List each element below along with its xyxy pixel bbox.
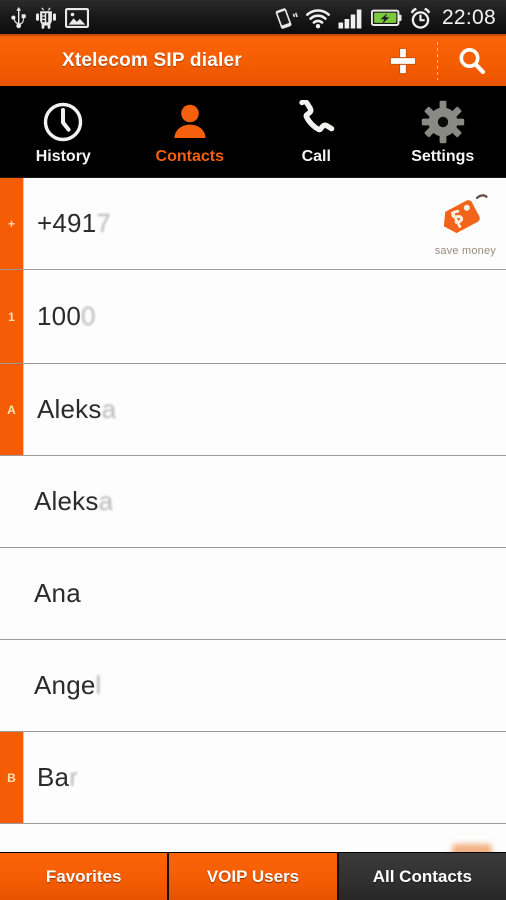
save-money-label: save money xyxy=(434,244,496,257)
status-bar-right-icons: 22:08 xyxy=(274,6,498,30)
status-bar-clock: 22:08 xyxy=(441,6,496,29)
bottom-tab-bar: Favorites VOIP Users All Contacts xyxy=(0,852,506,900)
contact-row-body: Bar xyxy=(23,732,506,823)
section-index-letter: A xyxy=(0,364,23,455)
section-index-letter: + xyxy=(0,178,23,269)
tab-contacts-label: Contacts xyxy=(155,147,224,165)
contact-row-body xyxy=(23,824,506,852)
contact-row[interactable]: Angel xyxy=(0,640,506,732)
obscured-secondary-text xyxy=(213,490,259,513)
contact-name: +4917 xyxy=(37,208,111,239)
contact-row-body: 1000 xyxy=(23,270,506,363)
contact-name-obscured: l xyxy=(95,670,102,700)
contact-name-obscured: 7 xyxy=(96,208,112,238)
contact-row[interactable]: Ana xyxy=(0,548,506,640)
usb-icon xyxy=(11,7,26,29)
search-button[interactable] xyxy=(438,36,506,86)
contact-name: Aleksa xyxy=(34,486,113,517)
wifi-icon xyxy=(305,8,330,28)
contact-name: Angel xyxy=(34,670,102,701)
tab-bar: History Contacts Call Settings xyxy=(0,88,506,178)
contact-name-obscured: 0 xyxy=(80,301,96,331)
section-index-letter: B xyxy=(0,732,23,823)
contact-name-visible: 100 xyxy=(37,301,81,331)
contact-name-visible: Ange xyxy=(34,670,96,700)
section-index-letter xyxy=(0,548,23,639)
plus-icon xyxy=(389,47,417,75)
alarm-icon xyxy=(410,7,431,29)
page-title: Xtelecom SIP dialer xyxy=(62,50,242,71)
signal-icon xyxy=(338,9,362,28)
section-index-letter: 1 xyxy=(0,270,23,363)
add-contact-button[interactable] xyxy=(369,36,437,86)
battery-charging-icon xyxy=(370,9,402,26)
status-bar: 22:08 xyxy=(0,0,506,36)
price-tag-icon xyxy=(439,191,491,244)
contact-row-body: Aleksa xyxy=(23,364,506,455)
clock-icon xyxy=(41,100,85,144)
bottom-tab-voip-users[interactable]: VOIP Users xyxy=(169,853,339,900)
contact-row[interactable]: B Bar xyxy=(0,732,506,824)
section-index-letter xyxy=(0,640,23,731)
price-tag-icon xyxy=(452,844,492,852)
section-index-letter xyxy=(0,456,23,547)
gear-icon xyxy=(421,100,465,144)
save-money-badge[interactable]: save money xyxy=(435,191,496,257)
title-bar-actions xyxy=(369,36,506,86)
contact-name-visible: Ana xyxy=(34,578,81,608)
tab-call-label: Call xyxy=(301,147,331,165)
contact-row-body: +4917 save money xyxy=(23,178,506,269)
contact-name-obscured: a xyxy=(101,394,117,424)
contact-row-body: Ana xyxy=(23,548,506,639)
contact-row[interactable]: + +4917 save money xyxy=(0,178,506,270)
android-debug-icon xyxy=(36,7,56,29)
title-bar: Xtelecom SIP dialer xyxy=(0,36,506,88)
contact-name: Aleksa xyxy=(37,394,116,425)
bottom-tab-label: VOIP Users xyxy=(206,866,300,886)
bottom-tab-all-contacts[interactable]: All Contacts xyxy=(338,853,506,900)
section-index-letter xyxy=(0,824,23,852)
tab-history[interactable]: History xyxy=(0,88,127,177)
contact-row-partial[interactable] xyxy=(0,824,506,852)
screenshot-image-icon xyxy=(65,8,89,28)
bottom-tab-label: Favorites xyxy=(45,866,122,886)
app-root: 22:08 Xtelecom SIP dialer History Contac… xyxy=(0,0,506,900)
contact-name-visible: Aleks xyxy=(37,394,102,424)
contact-name-obscured: r xyxy=(69,762,79,792)
tab-settings-label: Settings xyxy=(411,147,475,165)
contact-name: Bar xyxy=(37,762,78,793)
contact-name-obscured: a xyxy=(98,486,114,516)
contact-row-body: Aleksa xyxy=(23,456,506,547)
bottom-tab-favorites[interactable]: Favorites xyxy=(0,853,170,900)
obscured-secondary-text xyxy=(214,212,260,235)
contact-name: 1000 xyxy=(37,301,96,332)
obscured-secondary-text xyxy=(214,398,260,421)
contact-list[interactable]: + +4917 save money 1 1000 A Aleksa Aleksa Ana… xyxy=(0,178,506,852)
contact-row[interactable]: Aleksa xyxy=(0,456,506,548)
bottom-tab-label: All Contacts xyxy=(372,866,472,886)
tab-settings[interactable]: Settings xyxy=(380,88,506,177)
contact-name-visible: Ba xyxy=(37,762,70,792)
tab-call[interactable]: Call xyxy=(253,88,380,177)
contact-row[interactable]: A Aleksa xyxy=(0,364,506,456)
vibrate-icon xyxy=(275,8,298,29)
tab-history-label: History xyxy=(35,147,91,165)
person-icon xyxy=(168,100,212,144)
contact-name-visible: Aleks xyxy=(34,486,99,516)
search-icon xyxy=(459,48,486,75)
phone-icon xyxy=(294,99,338,144)
contact-row-body: Angel xyxy=(23,640,506,731)
contact-name-visible: +491 xyxy=(37,208,97,238)
status-bar-left-icons xyxy=(10,7,89,29)
tab-contacts[interactable]: Contacts xyxy=(127,88,254,177)
contact-name: Ana xyxy=(34,578,81,609)
contact-row[interactable]: 1 1000 xyxy=(0,270,506,364)
